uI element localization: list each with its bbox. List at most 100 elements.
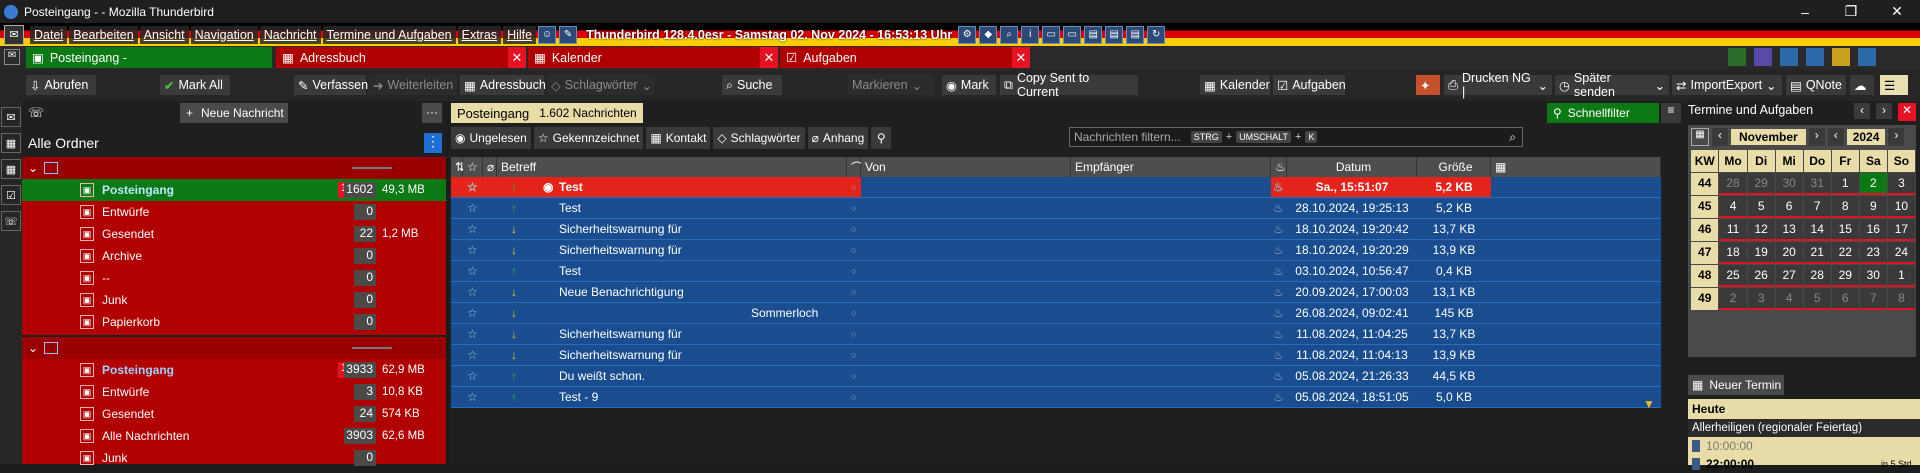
- scroll-down-icon[interactable]: ▼: [1643, 397, 1659, 411]
- folder-row[interactable]: ▣ Posteingang 1 3933 62,9 MB: [22, 359, 446, 381]
- day-cell[interactable]: 2: [1719, 288, 1747, 310]
- tool4-icon[interactable]: [1806, 48, 1824, 66]
- chat-space-icon[interactable]: ☏: [1, 211, 21, 231]
- month-prev-icon[interactable]: ‹: [1712, 128, 1728, 146]
- day-cell[interactable]: 29: [1747, 173, 1775, 195]
- day-cell[interactable]: 6: [1831, 288, 1859, 310]
- prev-icon[interactable]: ‹: [1854, 103, 1870, 119]
- markall-button[interactable]: ✔ Mark All: [160, 75, 230, 95]
- tool6-icon[interactable]: [1858, 48, 1876, 66]
- adressbuch-button[interactable]: ▦ Adressbuch: [460, 75, 546, 95]
- folder-row[interactable]: ▣ Gesendet 24 574 KB: [22, 403, 446, 425]
- day-cell[interactable]: 1: [1887, 265, 1915, 287]
- new-event-button[interactable]: ▦ Neuer Termin: [1688, 375, 1784, 395]
- message-row[interactable]: ☆ ↑ Du weißt schon. ○ ♨ 05.08.2024, 21:2…: [451, 366, 1661, 387]
- col-thread[interactable]: ⇅: [451, 157, 465, 177]
- close-tab-icon[interactable]: ✕: [760, 47, 778, 68]
- kalender-button[interactable]: ▦ Kalender: [1200, 75, 1270, 95]
- day-cell[interactable]: 31: [1803, 173, 1831, 195]
- quickfilter-button[interactable]: ⚲ Schnellfilter: [1547, 103, 1659, 123]
- star-icon[interactable]: ☆: [467, 180, 478, 194]
- day-cell[interactable]: 11: [1719, 219, 1747, 241]
- folder-row[interactable]: ▣ Entwürfe 3 10,8 KB: [22, 381, 446, 403]
- day-cell[interactable]: 5: [1747, 196, 1775, 218]
- folder-row[interactable]: ▣ Gesendet 22 1,2 MB: [22, 223, 446, 245]
- account-row[interactable]: ⌄: [22, 157, 446, 179]
- message-row[interactable]: ☆ ↓ Sicherheitswarnung für ○ ♨ 18.10.202…: [451, 219, 1661, 240]
- menu-navigation[interactable]: Navigation: [190, 25, 258, 44]
- col-read[interactable]: ⌒: [847, 157, 863, 177]
- star-icon[interactable]: ☆: [467, 243, 478, 257]
- folder2-icon[interactable]: ▤: [1105, 25, 1124, 44]
- note-icon[interactable]: ✎: [559, 25, 578, 44]
- folder-row[interactable]: ▣ Archive 0: [22, 245, 446, 267]
- day-cell[interactable]: 4: [1719, 196, 1747, 218]
- col-groesse[interactable]: Größe: [1417, 157, 1491, 177]
- day-cell[interactable]: 9: [1859, 196, 1887, 218]
- spaeter-button[interactable]: ◷ Später senden ⌄: [1555, 71, 1669, 99]
- folder-row[interactable]: ▣ Posteingang 1 1602 49,3 MB: [22, 179, 446, 201]
- drucken-button[interactable]: ⎙ Drucken NG | ⌄: [1444, 71, 1552, 99]
- day-cell[interactable]: 3: [1747, 288, 1775, 310]
- maximize-button[interactable]: ❐: [1828, 0, 1874, 23]
- tab-posteingang[interactable]: ▣ Posteingang -: [26, 47, 272, 68]
- new-message-button[interactable]: + Neue Nachricht: [180, 103, 288, 123]
- abrufen-button[interactable]: ⇩ Abrufen: [26, 75, 96, 95]
- kebab-icon[interactable]: ⋮: [424, 133, 442, 153]
- col-datum[interactable]: Datum: [1287, 157, 1417, 177]
- star-icon[interactable]: ☆: [467, 306, 478, 320]
- copysent-button[interactable]: ⧉ Copy Sent to Current: [1000, 71, 1138, 99]
- tool3-icon[interactable]: [1780, 48, 1798, 66]
- close-pane-icon[interactable]: ✕: [1898, 103, 1916, 121]
- addon-icon[interactable]: ◆: [979, 25, 998, 44]
- message-row[interactable]: ☆ ↓ Sicherheitswarnung für ○ ♨ 11.08.202…: [451, 324, 1661, 345]
- day-cell[interactable]: 12: [1747, 219, 1775, 241]
- col-star[interactable]: ☆: [463, 157, 483, 177]
- filter-gekennzeichnet-button[interactable]: ☆ Gekennzeichnet: [533, 127, 644, 149]
- importexport-button[interactable]: ⇄ ImportExport ⌄: [1672, 75, 1782, 95]
- refresh-icon[interactable]: ↻: [1147, 25, 1166, 44]
- message-row[interactable]: ☆ ↓ Sommerloch ○ ♨ 26.08.2024, 09:02:41 …: [451, 303, 1661, 324]
- calendar-space-icon[interactable]: ▦: [1, 159, 21, 179]
- star-icon[interactable]: ☆: [467, 390, 478, 404]
- menu-termine[interactable]: Termine und Aufgaben: [322, 25, 456, 44]
- menu-hilfe[interactable]: Hilfe: [503, 25, 537, 44]
- star-icon[interactable]: ☆: [467, 327, 478, 341]
- day-cell[interactable]: 7: [1859, 288, 1887, 310]
- day-cell[interactable]: 10: [1887, 196, 1915, 218]
- day-cell[interactable]: 18: [1719, 242, 1747, 264]
- year-next-icon[interactable]: ›: [1888, 128, 1905, 146]
- addressbook-space-icon[interactable]: ▦: [1, 133, 21, 153]
- year-prev-icon[interactable]: ‹: [1827, 128, 1844, 146]
- suche-button[interactable]: ⌕ Suche: [722, 75, 782, 95]
- markieren-button[interactable]: Markieren ⌄: [848, 75, 934, 95]
- filter-search-field[interactable]: Nachrichten filtern... STRG + UMSCHALT + K ⌕: [1069, 127, 1523, 147]
- day-cell[interactable]: 26: [1747, 265, 1775, 287]
- star-icon[interactable]: ☆: [467, 348, 478, 362]
- settings-icon[interactable]: ≡: [1661, 103, 1681, 123]
- filter-ungelesen-button[interactable]: ◉ Ungelesen: [451, 127, 531, 149]
- message-row[interactable]: ☆ ↓ Sicherheitswarnung für ○ ♨ 11.08.202…: [451, 345, 1661, 366]
- filter-schlagwoerter-button[interactable]: ◇ Schlagwörter: [713, 127, 805, 149]
- day-cell[interactable]: 3: [1887, 173, 1915, 195]
- day-cell[interactable]: 19: [1747, 242, 1775, 264]
- star-icon[interactable]: ☆: [467, 285, 478, 299]
- close-tab-icon[interactable]: ✕: [508, 47, 526, 68]
- window2-icon[interactable]: ▭: [1063, 25, 1082, 44]
- message-row[interactable]: ☆ ↑ Test ○ ♨ 03.10.2024, 10:56:47 0,4 KB: [451, 261, 1661, 282]
- aufgaben-button[interactable]: ☑ Aufgaben: [1273, 75, 1346, 95]
- tool2-icon[interactable]: [1754, 48, 1772, 66]
- day-cell[interactable]: 15: [1831, 219, 1859, 241]
- day-cell[interactable]: 25: [1719, 265, 1747, 287]
- day-cell[interactable]: 22: [1831, 242, 1859, 264]
- day-cell[interactable]: 4: [1775, 288, 1803, 310]
- tool1-icon[interactable]: [1728, 48, 1746, 66]
- schlagwoerter-button[interactable]: ◇ Schlagwörter ⌄: [547, 75, 655, 95]
- message-row[interactable]: ☆ ↓ Sicherheitswarnung für ○ ♨ 18.10.202…: [451, 240, 1661, 261]
- col-von[interactable]: Von: [861, 157, 1071, 177]
- day-cell[interactable]: 24: [1887, 242, 1915, 264]
- tab-adressbuch[interactable]: ▦ Adressbuch ✕: [276, 47, 526, 68]
- minimize-button[interactable]: –: [1782, 0, 1828, 23]
- day-cell[interactable]: 30: [1859, 265, 1887, 287]
- folder-row[interactable]: ▣ Entwürfe 0: [22, 201, 446, 223]
